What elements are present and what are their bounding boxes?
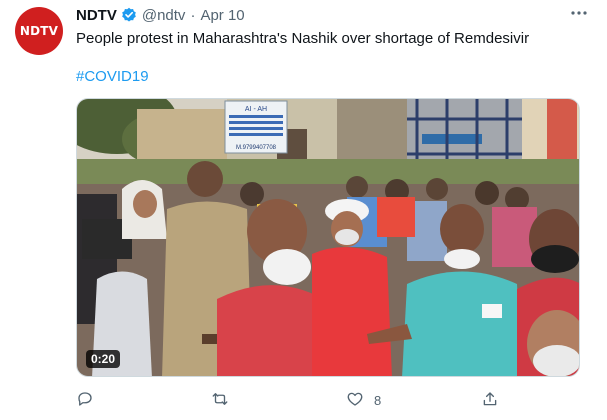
author-handle[interactable]: @ndtv xyxy=(142,7,186,24)
retweet-button[interactable] xyxy=(211,388,229,412)
video-player[interactable]: AI - AH M.9799407708 0:20 xyxy=(76,98,580,377)
like-button[interactable]: 8 xyxy=(346,388,381,412)
more-options-icon[interactable] xyxy=(569,6,589,20)
tweet-actions: 8 xyxy=(76,388,516,412)
shop-sign-text: AI - AH xyxy=(245,106,267,113)
tweet-card[interactable]: NDTV NDTV @ndtv · Apr 10 People protest … xyxy=(0,0,607,420)
video-duration-badge: 0:20 xyxy=(86,350,121,368)
retweet-icon xyxy=(211,390,229,411)
tweet-date[interactable]: Apr 10 xyxy=(200,7,244,24)
reply-button[interactable] xyxy=(76,388,94,412)
tweet-text: People protest in Maharashtra's Nashik o… xyxy=(76,30,530,47)
avatar[interactable]: NDTV xyxy=(15,7,63,55)
tweet-header: NDTV @ndtv · Apr 10 xyxy=(76,5,245,25)
like-icon xyxy=(346,390,364,411)
share-icon xyxy=(481,390,499,411)
header-separator: · xyxy=(190,6,196,24)
author-name[interactable]: NDTV xyxy=(76,7,117,24)
reply-icon xyxy=(76,390,94,411)
hashtag-link[interactable]: #COVID19 xyxy=(76,68,149,85)
like-count: 8 xyxy=(374,392,382,408)
share-button[interactable] xyxy=(481,388,499,412)
shop-sign-phone: M.9799407708 xyxy=(236,145,277,151)
verified-badge-icon xyxy=(121,7,137,23)
avatar-logo-text: NDTV xyxy=(19,24,59,38)
video-thumbnail: AI - AH M.9799407708 xyxy=(77,99,579,376)
